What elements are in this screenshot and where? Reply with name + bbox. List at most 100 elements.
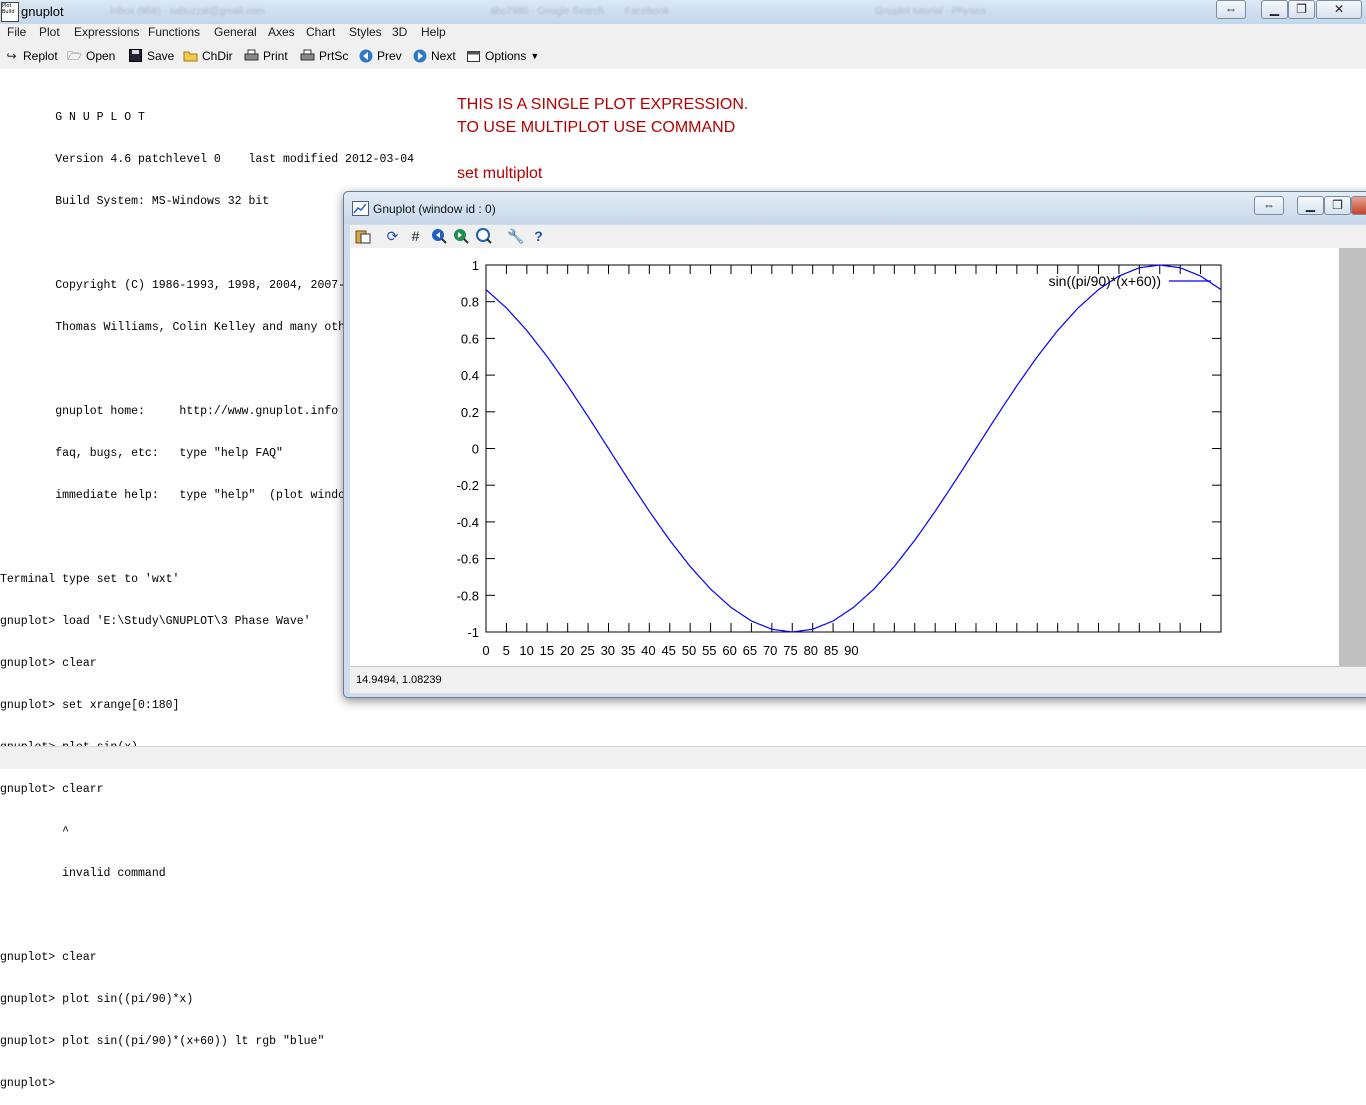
blurred-tab: Inbox (956) - sabuzzal@gmail.com <box>110 6 265 17</box>
menu-functions[interactable]: Functions <box>148 25 200 39</box>
plot-window[interactable]: Gnuplot (window id : 0) ⇔ ▁ ❐ ⟳ # 🔧 ? 10… <box>343 191 1366 698</box>
x-tick-label: 25 <box>580 643 594 658</box>
window-title: gnuplot <box>21 4 64 19</box>
help-question-icon[interactable]: ? <box>530 228 547 245</box>
y-tick-label: -0.6 <box>457 552 479 567</box>
background-taskbar-tabs: Inbox (956) - sabuzzal@gmail.com abc7980… <box>90 6 1190 20</box>
plot-status-bar: 14.9494, 1.08239 <box>350 666 1366 693</box>
options-label: Options <box>485 49 527 63</box>
print-label: Print <box>263 49 288 63</box>
zoom-back-icon[interactable] <box>430 228 447 245</box>
y-tick-label: -1 <box>467 625 479 640</box>
replot-icon[interactable]: ⟳ <box>384 228 401 245</box>
wrench-settings-icon[interactable]: 🔧 <box>507 228 524 245</box>
prtsc-button[interactable]: PrtSc <box>300 47 348 65</box>
print-button[interactable]: Print <box>244 47 288 65</box>
console-line: invalid command <box>0 867 166 880</box>
replot-button[interactable]: ↪ Replot <box>4 47 58 65</box>
menu-bar: File Plot Expressions Functions General … <box>0 24 1366 43</box>
console-line: G N U P L O T <box>0 111 145 124</box>
prev-label: Prev <box>377 49 402 63</box>
console-line: gnuplot> plot sin((pi/90)*(x+60)) lt rgb… <box>0 1035 325 1048</box>
x-tick-label: 15 <box>540 643 554 658</box>
save-button[interactable]: Save <box>128 47 174 65</box>
plot-window-title: Gnuplot (window id : 0) <box>373 202 496 216</box>
x-tick-label: 55 <box>702 643 716 658</box>
x-tick-label: 40 <box>641 643 655 658</box>
close-button[interactable]: ✕ <box>1316 0 1362 19</box>
open-button[interactable]: 🗁 Open <box>67 47 115 65</box>
y-tick-label: 1 <box>472 258 479 273</box>
menu-axes[interactable]: Axes <box>268 25 295 39</box>
options-window-icon <box>466 49 481 63</box>
console-line: Version 4.6 patchlevel 0 last modified 2… <box>0 153 415 166</box>
menu-plot[interactable]: Plot <box>39 25 60 39</box>
note-line-1: THIS IS A SINGLE PLOT EXPRESSION. <box>457 96 749 113</box>
x-tick-label: 60 <box>722 643 736 658</box>
note-line-2: TO USE MULTIPLOT USE COMMAND <box>457 119 736 136</box>
console-line: ^ <box>0 825 70 838</box>
plot-minimize-button[interactable]: ▁ <box>1297 196 1324 215</box>
back-arrow-icon <box>358 49 373 63</box>
y-tick-label: 0.6 <box>461 331 479 346</box>
y-tick-label: -0.8 <box>457 588 479 603</box>
x-tick-label: 10 <box>519 643 533 658</box>
forward-arrow-icon <box>412 49 427 63</box>
menu-general[interactable]: General <box>214 25 257 39</box>
y-tick-label: 0.2 <box>461 405 479 420</box>
plot-close-button[interactable] <box>1351 196 1366 215</box>
chdir-label: ChDir <box>202 49 233 63</box>
menu-styles[interactable]: Styles <box>349 25 382 39</box>
menu-help[interactable]: Help <box>421 25 446 39</box>
x-tick-label: 90 <box>844 643 858 658</box>
grid-icon[interactable]: # <box>407 228 424 245</box>
next-button[interactable]: Next <box>412 47 456 65</box>
plot-maximize-button[interactable]: ❐ <box>1324 196 1351 215</box>
note-line-3: set multiplot <box>457 165 543 182</box>
options-button[interactable]: Options ▼ <box>466 47 539 65</box>
console-line: gnuplot> set xrange[0:180] <box>0 699 180 712</box>
plot-canvas[interactable]: 1 0.8 0.6 0.4 0.2 0 -0.2 -0.4 -0.6 -0.8 -1 0 5 10 15 20… <box>350 248 1339 666</box>
printer-screen-icon <box>300 49 315 63</box>
x-tick-label: 45 <box>661 643 675 658</box>
menu-chart[interactable]: Chart <box>306 25 335 39</box>
x-tick-label: 70 <box>763 643 777 658</box>
chevron-down-icon: ▼ <box>530 51 540 61</box>
console-prompt[interactable]: gnuplot> <box>0 1077 460 1091</box>
x-tick-label: 80 <box>804 643 818 658</box>
main-toolbar: ↪ Replot 🗁 Open Save ChDir Print PrtSc P… <box>0 43 1366 69</box>
console-line: gnuplot> clear <box>0 951 97 964</box>
chart-svg[interactable]: 10.80.60.40.20-0.2-0.4-0.6-0.8-10 5 10 15 20… <box>350 248 1339 666</box>
plot-window-title-bar[interactable]: Gnuplot (window id : 0) ⇔ ▁ ❐ <box>344 192 1366 224</box>
plot-restore-size-button[interactable]: ⇔ <box>1254 196 1284 215</box>
copy-clipboard-icon[interactable] <box>354 228 371 245</box>
x-tick-label: 75 <box>783 643 797 658</box>
console-line: gnuplot> clearr <box>0 783 104 796</box>
y-tick-label: 0 <box>472 442 479 457</box>
prev-button[interactable]: Prev <box>358 47 402 65</box>
x-tick-label: 65 <box>743 643 757 658</box>
y-tick-label: 0.4 <box>461 368 479 383</box>
x-tick-label: 30 <box>601 643 615 658</box>
blurred-tab: abc7980 - Google Search <box>490 6 604 17</box>
maximize-button[interactable]: ❐ <box>1288 0 1315 19</box>
legend-entry-label: sin((pi/90)*(x+60)) <box>1049 273 1161 289</box>
replot-label: Replot <box>23 49 58 63</box>
zoom-autoscale-icon[interactable] <box>475 228 492 245</box>
menu-file[interactable]: File <box>7 25 26 39</box>
menu-3d[interactable]: 3D <box>392 25 407 39</box>
x-tick-label: 85 <box>824 643 838 658</box>
chdir-button[interactable]: ChDir <box>183 47 233 65</box>
zoom-forward-icon[interactable] <box>452 228 469 245</box>
minimize-button[interactable]: ▁ <box>1261 0 1288 19</box>
open-label: Open <box>86 49 116 63</box>
printer-icon <box>244 49 259 63</box>
menu-expressions[interactable]: Expressions <box>74 25 139 39</box>
folder-open-icon: 🗁 <box>67 49 82 63</box>
plot-scrollbar[interactable] <box>1339 248 1366 666</box>
restore-size-button[interactable]: ⇔ <box>1216 0 1246 19</box>
x-tick-label: 20 <box>560 643 574 658</box>
save-label: Save <box>147 49 175 63</box>
blurred-tab: Facebook <box>625 6 669 17</box>
